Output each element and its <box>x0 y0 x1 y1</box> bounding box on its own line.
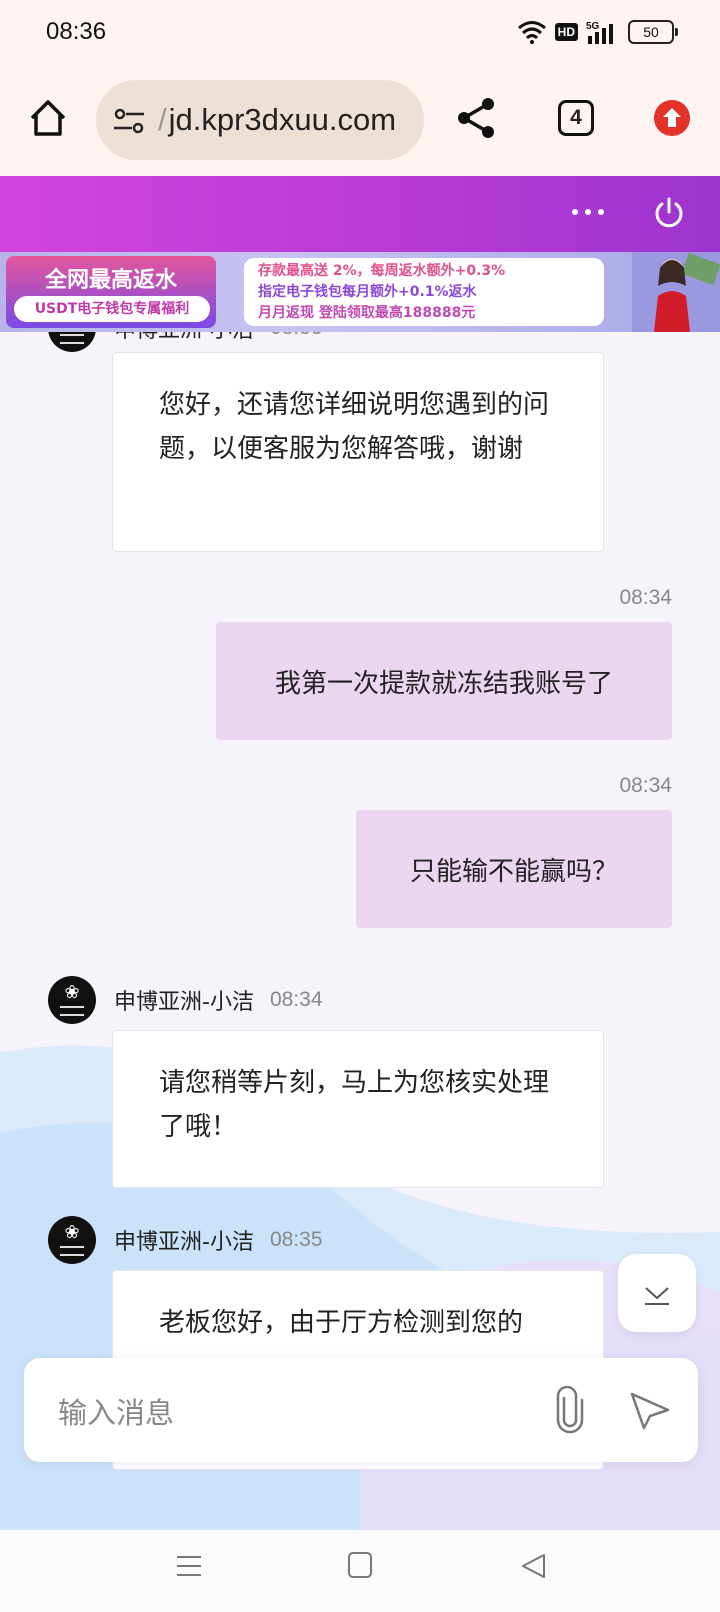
sender-name: 申博亚洲-小洁 <box>114 1230 254 1255</box>
message-time: 08:35 <box>269 1228 323 1251</box>
battery-indicator: 50 <box>628 20 678 44</box>
home-icon[interactable] <box>26 96 70 140</box>
hd-badge: HD <box>554 23 578 41</box>
outgoing-message: 只能输不能赢吗？ <box>356 810 672 928</box>
update-icon[interactable] <box>654 100 690 136</box>
banner-model-image <box>632 252 720 332</box>
message-header: 申博亚洲-小洁 08:35 <box>48 1216 323 1264</box>
message-text: 只能输不能赢吗？ <box>409 856 618 887</box>
status-icons: HD 5G 50 <box>517 18 678 46</box>
share-icon[interactable] <box>456 96 498 140</box>
browser-toolbar: jd.kpr3dxuu.com 4 <box>0 64 720 176</box>
message-text: 我第一次提款就冻结我账号了 <box>274 668 613 699</box>
chat-area[interactable]: 申博亚洲-小洁 08:33 您好，还请您详细说明您遇到的问题，以便客服为您解答哦… <box>0 332 720 1530</box>
power-icon[interactable] <box>652 196 686 230</box>
message-input[interactable]: 输入消息 <box>58 1390 174 1432</box>
banner-badge: 全网最高返水 USDT电子钱包专属福利 <box>6 256 216 328</box>
message-time: 08:33 <box>270 332 323 340</box>
agent-avatar <box>48 976 96 1024</box>
sender-name: 申博亚洲-小洁 <box>114 990 254 1015</box>
message-time: 08:34 <box>619 774 672 797</box>
attachment-icon[interactable] <box>548 1386 592 1434</box>
incoming-message: 您好，还请您详细说明您遇到的问题，以便客服为您解答哦，谢谢 <box>112 352 604 552</box>
site-header <box>0 176 720 252</box>
chevron-down-icon <box>645 1287 669 1305</box>
banner-line-2: 指定电子钱包每月额外+0.1%返水 <box>258 284 477 300</box>
message-input-bar[interactable]: 输入消息 <box>24 1358 698 1462</box>
sender-name: 申博亚洲-小洁 <box>114 332 254 344</box>
banner-line-3: 月月返现 登陆领取最高188888元 <box>258 305 476 321</box>
status-bar: 08:36 HD 5G 50 <box>0 0 720 64</box>
more-icon[interactable] <box>572 202 606 222</box>
agent-avatar <box>48 332 96 352</box>
send-icon[interactable] <box>628 1388 672 1432</box>
scroll-to-bottom-button[interactable] <box>618 1254 696 1332</box>
tabs-button[interactable]: 4 <box>558 100 594 136</box>
incoming-message: 请您稍等片刻，马上为您核实处理了哦！ <box>112 1030 604 1188</box>
banner-title: 全网最高返水 <box>44 268 177 293</box>
back-icon[interactable] <box>520 1552 546 1580</box>
message-header: 申博亚洲-小洁 08:34 <box>48 976 323 1024</box>
banner-line-1: 存款最高送 2%，每周返水额外+0.3% <box>258 263 506 279</box>
wifi-icon <box>517 21 546 44</box>
url-text[interactable]: jd.kpr3dxuu.com <box>158 102 396 138</box>
recents-icon[interactable] <box>176 1554 202 1578</box>
home-nav-icon[interactable] <box>348 1552 372 1578</box>
message-time: 08:34 <box>619 586 672 609</box>
outgoing-message: 我第一次提款就冻结我账号了 <box>216 622 672 740</box>
site-settings-icon[interactable] <box>112 104 146 138</box>
url-bar[interactable]: jd.kpr3dxuu.com <box>96 80 424 160</box>
banner-offer-box: 存款最高送 2%，每周返水额外+0.3% 指定电子钱包每月额外+0.1%返水 月… <box>244 258 604 326</box>
promo-banner[interactable]: 全网最高返水 USDT电子钱包专属福利 存款最高送 2%，每周返水额外+0.3%… <box>0 252 720 332</box>
signal-icon: 5G <box>586 21 613 44</box>
svg-text:5G: 5G <box>586 21 600 32</box>
banner-subtitle: USDT电子钱包专属福利 <box>14 296 210 322</box>
message-time: 08:34 <box>269 988 323 1011</box>
agent-avatar <box>48 1216 96 1264</box>
message-header: 申博亚洲-小洁 08:33 <box>48 332 323 352</box>
status-time: 08:36 <box>46 18 107 45</box>
system-nav-bar <box>0 1530 720 1612</box>
